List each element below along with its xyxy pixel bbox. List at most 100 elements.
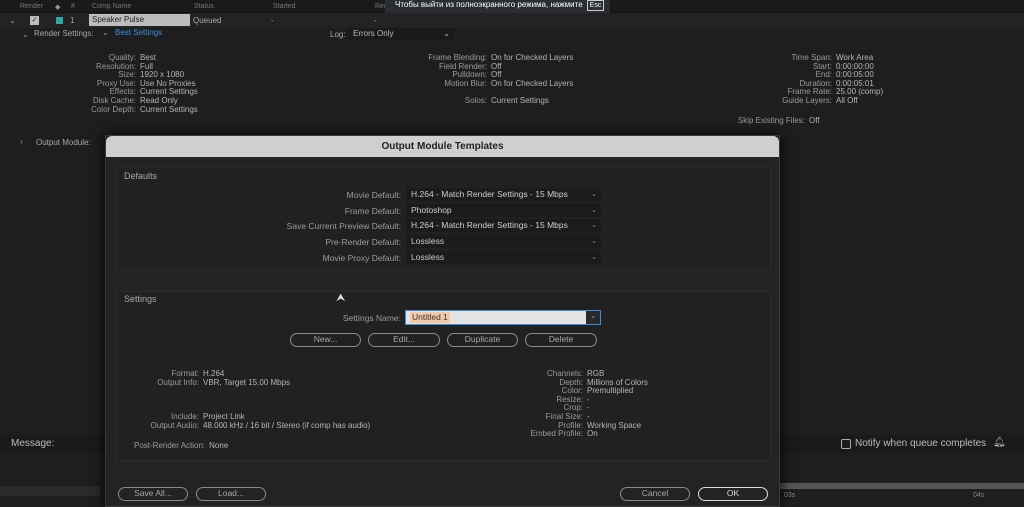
render-settings-dropdown[interactable]: ⌄	[102, 28, 109, 37]
info-key: Output Info:	[157, 377, 199, 387]
notify-checkbox[interactable]	[841, 439, 851, 449]
k: Skip Existing Files:	[737, 116, 805, 125]
comp-name[interactable]: Speaker Pulse	[89, 14, 190, 26]
render-settings-link[interactable]: Best Settings	[115, 28, 162, 37]
render-settings-col3: Time Span: Work Area Start: 0:00:00:00 End: 0…	[760, 53, 883, 106]
default-value: H.264 - Match Render Settings - 15 Mbps	[411, 220, 568, 231]
new-button[interactable]: New...	[290, 333, 361, 347]
duplicate-button[interactable]: Duplicate	[447, 333, 518, 347]
chevron-down-icon[interactable]: ⌄	[9, 16, 16, 25]
default-label: Save Current Preview Default:	[286, 221, 401, 232]
settings-heading: Settings	[124, 294, 157, 304]
load-button[interactable]: Load...	[196, 487, 266, 501]
info-value: Current Settings	[140, 104, 198, 114]
log-value: Errors Only	[353, 29, 394, 38]
col-status[interactable]: Status	[194, 3, 214, 10]
label-color-swatch[interactable]	[56, 17, 63, 24]
info-row: Guide Layers: All Off	[760, 95, 883, 106]
col-number: #	[71, 3, 75, 10]
info-value: On for Checked Layers	[491, 53, 574, 62]
log-dropdown[interactable]: Errors Only ⌄	[349, 28, 454, 40]
info-value: All Off	[836, 95, 858, 105]
fullscreen-toast: Чтобы выйти из полноэкранного режима, на…	[385, 0, 610, 13]
defaults-heading: Defaults	[124, 171, 158, 181]
timeline-bar[interactable]	[780, 483, 1024, 489]
col-render: Render	[20, 3, 43, 10]
info-left: Format: H.264 Output Info: VBR, Target 15.0…	[116, 369, 371, 431]
chevron-down-icon: ⌄	[591, 253, 597, 261]
tick-04s: 04s	[973, 492, 985, 499]
default-label: Movie Proxy Default:	[322, 252, 401, 263]
render-settings-label: Render Settings:	[34, 29, 94, 38]
default-dropdown[interactable]: Lossless ⌄	[406, 250, 601, 264]
render-settings-col1: Quality: Best Resolution: Full Size: 1920 x 1…	[60, 53, 198, 114]
message-label: Message:	[11, 438, 55, 449]
default-label: Movie Default:	[346, 190, 401, 200]
chevron-down-icon: ⌄	[591, 222, 597, 230]
v: Off	[809, 116, 820, 125]
info-value: Premultiplied	[587, 386, 634, 396]
esc-key: Esc	[586, 0, 605, 11]
log-label: Log:	[330, 30, 346, 39]
settings-name-field[interactable]: Untitled 1 ⌄	[405, 310, 601, 325]
ok-button[interactable]: OK	[698, 487, 768, 501]
mouse-cursor-icon: ⮝	[336, 292, 346, 304]
solos: Solos: Current Settings	[400, 96, 549, 106]
render-settings-col2: Frame Blending: On for Checked Layers Fiel…	[400, 53, 574, 89]
default-value: Lossless	[411, 236, 445, 247]
delete-button[interactable]: Delete	[525, 333, 597, 347]
default-dropdown[interactable]: Lossless ⌄	[406, 235, 601, 249]
scrollbar[interactable]	[0, 486, 100, 496]
v: Current Settings	[491, 96, 549, 105]
render-checkbox[interactable]: ✓	[30, 16, 39, 25]
tag-icon: ◆	[55, 4, 61, 11]
tick-03s: 03s	[784, 492, 796, 499]
col-comp-name[interactable]: Comp Name	[92, 3, 131, 10]
chevron-down-icon[interactable]: ⌄	[22, 30, 29, 39]
info-row: Motion Blur: On for Checked Layers	[400, 78, 574, 89]
chevron-right-icon[interactable]: ›	[20, 137, 23, 146]
default-value: H.264 - Match Render Settings - 15 Mbps	[411, 189, 568, 199]
k: Solos:	[464, 96, 487, 105]
cancel-button[interactable]: Cancel	[620, 487, 690, 501]
toast-text: Чтобы выйти из полноэкранного режима, на…	[395, 0, 583, 9]
queue-row[interactable]: ⌄ ✓ 1 Speaker Pulse Queued - -	[0, 13, 1024, 28]
settings-name-label: Settings Name:	[342, 313, 401, 323]
default-label: Pre-Render Default:	[325, 237, 401, 248]
edit-button[interactable]: Edit...	[368, 333, 440, 347]
bell-icon[interactable]: 🔔︎	[993, 437, 1006, 448]
default-value: Lossless	[411, 251, 445, 262]
dialog-title: Output Module Templates	[106, 136, 779, 157]
info-key: Output Audio:	[150, 420, 199, 430]
info-row	[116, 387, 370, 396]
info-value: On	[587, 429, 598, 439]
output-module-label: Output Module:	[36, 138, 91, 147]
default-dropdown[interactable]: H.264 - Match Render Settings - 15 Mbps ⌄	[406, 219, 601, 233]
info-key: Guide Layers:	[782, 95, 832, 105]
info-key	[116, 396, 199, 405]
chevron-down-icon: ⌄	[591, 206, 597, 214]
info-row	[116, 396, 370, 405]
info-key: Motion Blur:	[444, 78, 487, 88]
col-started[interactable]: Started	[273, 3, 296, 10]
notify-label: Notify when queue completes	[855, 438, 987, 449]
started: -	[271, 16, 274, 25]
default-label: Frame Default:	[344, 205, 401, 216]
post-render-action: Post-Render Action: None	[134, 441, 229, 451]
chevron-down-icon: ⌄	[591, 191, 597, 198]
default-value: Photoshop	[411, 204, 452, 215]
info-value: VBR, Target 15.00 Mbps	[203, 377, 291, 387]
settings-name-value: Untitled 1	[410, 312, 450, 323]
info-right: Channels: RGB Depth: Millions of Colors Colo…	[486, 369, 648, 439]
status: Queued	[193, 16, 222, 25]
default-dropdown[interactable]: H.264 - Match Render Settings - 15 Mbps ⌄	[406, 188, 601, 201]
row-number: 1	[70, 16, 75, 25]
default-dropdown[interactable]: Photoshop ⌄	[406, 203, 601, 217]
save-all-button[interactable]: Save All...	[118, 487, 188, 501]
info-row: Embed Profile: On	[486, 430, 648, 439]
chevron-down-icon[interactable]: ⌄	[586, 311, 600, 324]
info-value: On for Checked Layers	[491, 78, 574, 88]
v: None	[209, 441, 229, 450]
info-row: Output Audio: 48.000 kHz / 16 bit / Stere…	[116, 420, 371, 431]
info-key: Color Depth:	[91, 104, 136, 114]
